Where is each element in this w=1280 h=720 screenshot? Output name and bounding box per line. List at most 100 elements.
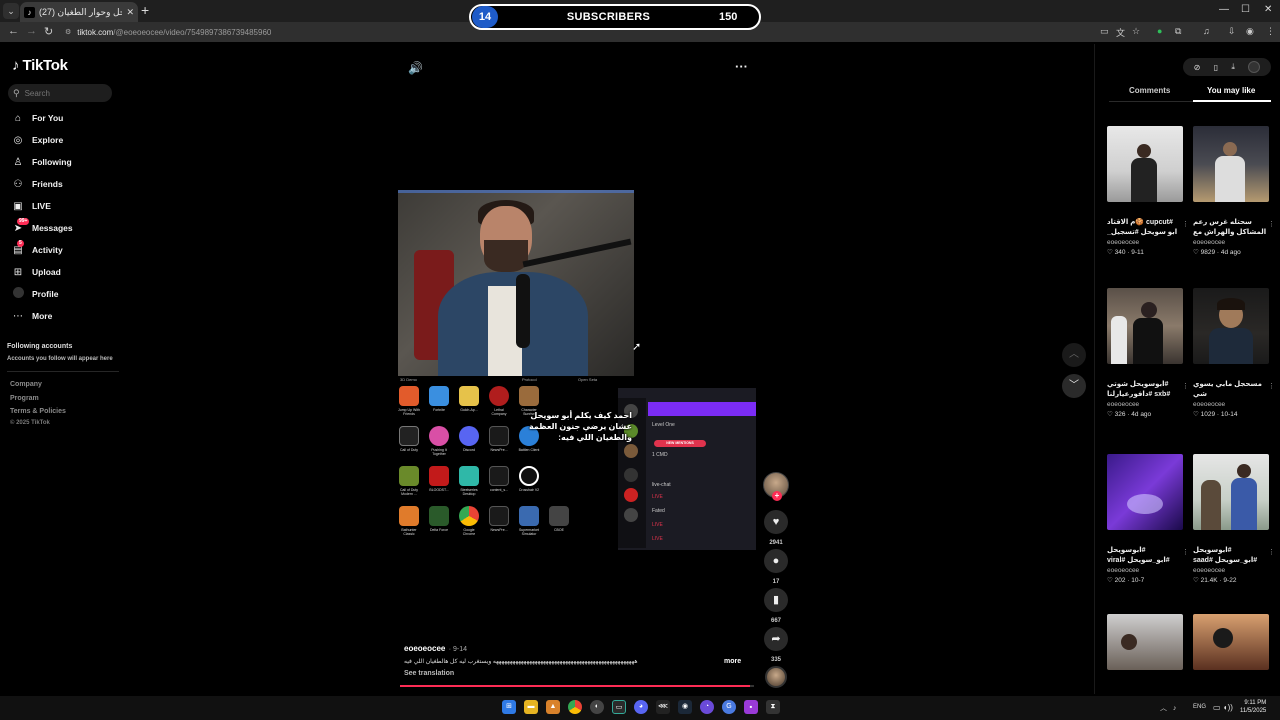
profile-icon[interactable]: ◉ [1246,26,1254,37]
footer-link-terms[interactable]: Terms & Policies [10,408,66,415]
see-translation-link[interactable]: See translation [404,670,454,677]
sidebar-item-upload[interactable]: ⊞ Upload [12,264,61,280]
language-indicator[interactable]: ENG [1193,704,1206,710]
video-thumbnail[interactable] [1107,454,1183,530]
video-thumbnail[interactable] [1107,126,1183,202]
card-author[interactable]: eoeoeocee [1193,239,1269,246]
card-menu-icon[interactable]: ⋮ [1182,220,1189,228]
sidebar-item-for-you[interactable]: ⌂ For You [12,110,63,126]
new-tab-icon[interactable]: + [141,2,149,18]
user-avatar[interactable] [1248,61,1261,73]
extensions-icon[interactable]: ⧉ [1175,26,1181,37]
suggested-video-card[interactable]: مسحجل مابي يسوي شي ههههههههههههههههه eoe… [1193,288,1275,418]
discord-icon[interactable]: ◕ [634,700,648,714]
footer-link-company[interactable]: Company [10,381,42,388]
comment-button[interactable]: ● 17 [764,549,788,585]
follow-plus-icon[interactable]: + [772,491,782,501]
card-menu-icon[interactable]: ⋮ [1182,548,1189,556]
video-progress-bar[interactable] [400,685,754,687]
footer-link-program[interactable]: Program [10,395,39,402]
card-menu-icon[interactable]: ⋮ [1268,548,1275,556]
post-author[interactable]: eoeoeocee [404,644,445,653]
suggested-video-card[interactable]: #ابوسويحل شوتي #sxb #دافورعيارلنا eoeoeo… [1107,288,1189,418]
suggested-video-card[interactable]: #ابوسويحل #ابو_سويحل #saad #دفور eoeoeoc… [1193,454,1275,584]
card-author[interactable]: eoeoeocee [1107,567,1183,574]
more-link[interactable]: more [724,658,741,665]
capcut-icon[interactable]: ⋘ [656,700,670,714]
video-thumbnail[interactable] [1107,288,1183,364]
tab-search-icon[interactable]: ⌄ [3,3,19,19]
minimize-icon[interactable]: — [1219,4,1229,15]
video-thumbnail[interactable] [1193,288,1269,364]
video-thumbnail[interactable] [1193,126,1269,202]
steam-like-icon[interactable]: ◐ [590,700,604,714]
card-author[interactable]: eoeoeocee [1107,401,1183,408]
suggested-video-card[interactable]: #ابوسويحل #ابو_سويحل #viral #دفور eoeoeo… [1107,454,1189,584]
search-input[interactable] [24,88,105,98]
file-explorer-icon[interactable]: ▬ [524,700,538,714]
video-more-options-icon[interactable]: ··· [735,59,748,74]
card-author[interactable]: eoeoeocee [1193,567,1269,574]
back-icon[interactable]: ← [8,25,19,37]
save-button[interactable]: ▮ 667 [764,588,788,624]
translate-icon[interactable]: 文 [1116,26,1125,39]
forward-icon[interactable]: → [26,25,37,37]
previous-video-button[interactable]: ︿ [1062,343,1086,367]
app-icon[interactable]: ▲ [546,700,560,714]
card-author[interactable]: eoeoeocee [1193,401,1269,408]
maximize-icon[interactable]: ☐ [1241,4,1250,15]
sidebar-item-following[interactable]: ♙ Following [12,154,72,170]
card-menu-icon[interactable]: ⋮ [1268,220,1275,228]
tab-close-icon[interactable]: ✕ [126,7,134,18]
tab-comments[interactable]: Comments [1129,86,1170,95]
app-icon[interactable]: ⧗ [766,700,780,714]
coins-icon[interactable]: ⊘ [1194,63,1201,72]
reload-icon[interactable]: ↻ [44,25,53,38]
sidebar-item-friends[interactable]: ⚇ Friends [12,176,63,192]
app-icon[interactable]: ◔ [700,700,714,714]
search-box[interactable]: ⚲ [8,84,112,102]
video-thumbnail[interactable] [1193,614,1269,670]
sidebar-item-explore[interactable]: ◎ Explore [12,132,64,148]
tiktok-logo[interactable]: ♪ TikTok [12,57,68,74]
share-button[interactable]: ➦ 335 [764,627,788,663]
kick-icon[interactable]: ■ [744,700,758,714]
app-icon[interactable]: G [722,700,736,714]
sidebar-item-messages[interactable]: ➤ 99+ Messages [12,217,73,236]
suggested-video-card[interactable]: #cupcut 🍪م الاقتاد ابو سويحل #تسجيل_ eoe… [1107,126,1189,256]
video-thumbnail[interactable] [1107,614,1183,670]
card-menu-icon[interactable]: ⋮ [1182,382,1189,390]
video-frame[interactable]: 3D Demo Protocol Open Seta Jump Up With … [398,190,756,550]
install-app-icon[interactable]: ▭ [1100,26,1109,37]
sidebar-item-more[interactable]: ⋯ More [12,308,52,324]
steam-icon[interactable]: ◉ [678,700,692,714]
taskbar-clock[interactable]: 9:11 PM 11/5/2025 [1240,699,1266,715]
sidebar-item-live[interactable]: ▣ LIVE [12,198,51,214]
browser-menu-icon[interactable]: ⋮ [1266,26,1275,37]
suggested-video-card[interactable] [1107,614,1183,670]
site-info-icon[interactable]: ⚙ [65,28,71,36]
window-close-icon[interactable]: ✕ [1264,4,1272,15]
suggested-video-card[interactable] [1193,614,1269,670]
card-menu-icon[interactable]: ⋮ [1268,382,1275,390]
card-author[interactable]: eoeoeocee [1107,239,1183,246]
video-thumbnail[interactable] [1193,454,1269,530]
next-video-button[interactable]: ﹀ [1062,374,1086,398]
like-button[interactable]: ♥ 2941 [764,510,788,546]
volume-icon[interactable]: 🔊 [408,61,423,75]
sidebar-item-profile[interactable]: Profile [12,286,58,302]
terminal-icon[interactable]: ▭ [612,700,626,714]
bookmark-star-icon[interactable]: ☆ [1132,26,1140,37]
tab-you-may-like[interactable]: You may like [1207,86,1255,95]
chrome-icon[interactable] [568,700,582,714]
suggested-video-card[interactable]: سحتله غرس رعم المشاكل والهراش مع عشرين م… [1193,126,1275,256]
system-tray-icons[interactable]: ︿ ♪ [1160,703,1176,713]
sidebar-item-activity[interactable]: ▤ 5 Activity [12,239,63,258]
sound-disc-icon[interactable] [765,666,787,688]
device-icon[interactable]: ▯ [1214,63,1218,72]
start-icon[interactable]: ⊞ [502,700,516,714]
download-icon[interactable]: ⤓ [1231,62,1235,72]
media-icon[interactable]: ♫ [1203,26,1210,36]
network-icon[interactable]: ▭ ◖)) [1213,703,1233,712]
downloads-icon[interactable]: ⇩ [1228,26,1236,37]
